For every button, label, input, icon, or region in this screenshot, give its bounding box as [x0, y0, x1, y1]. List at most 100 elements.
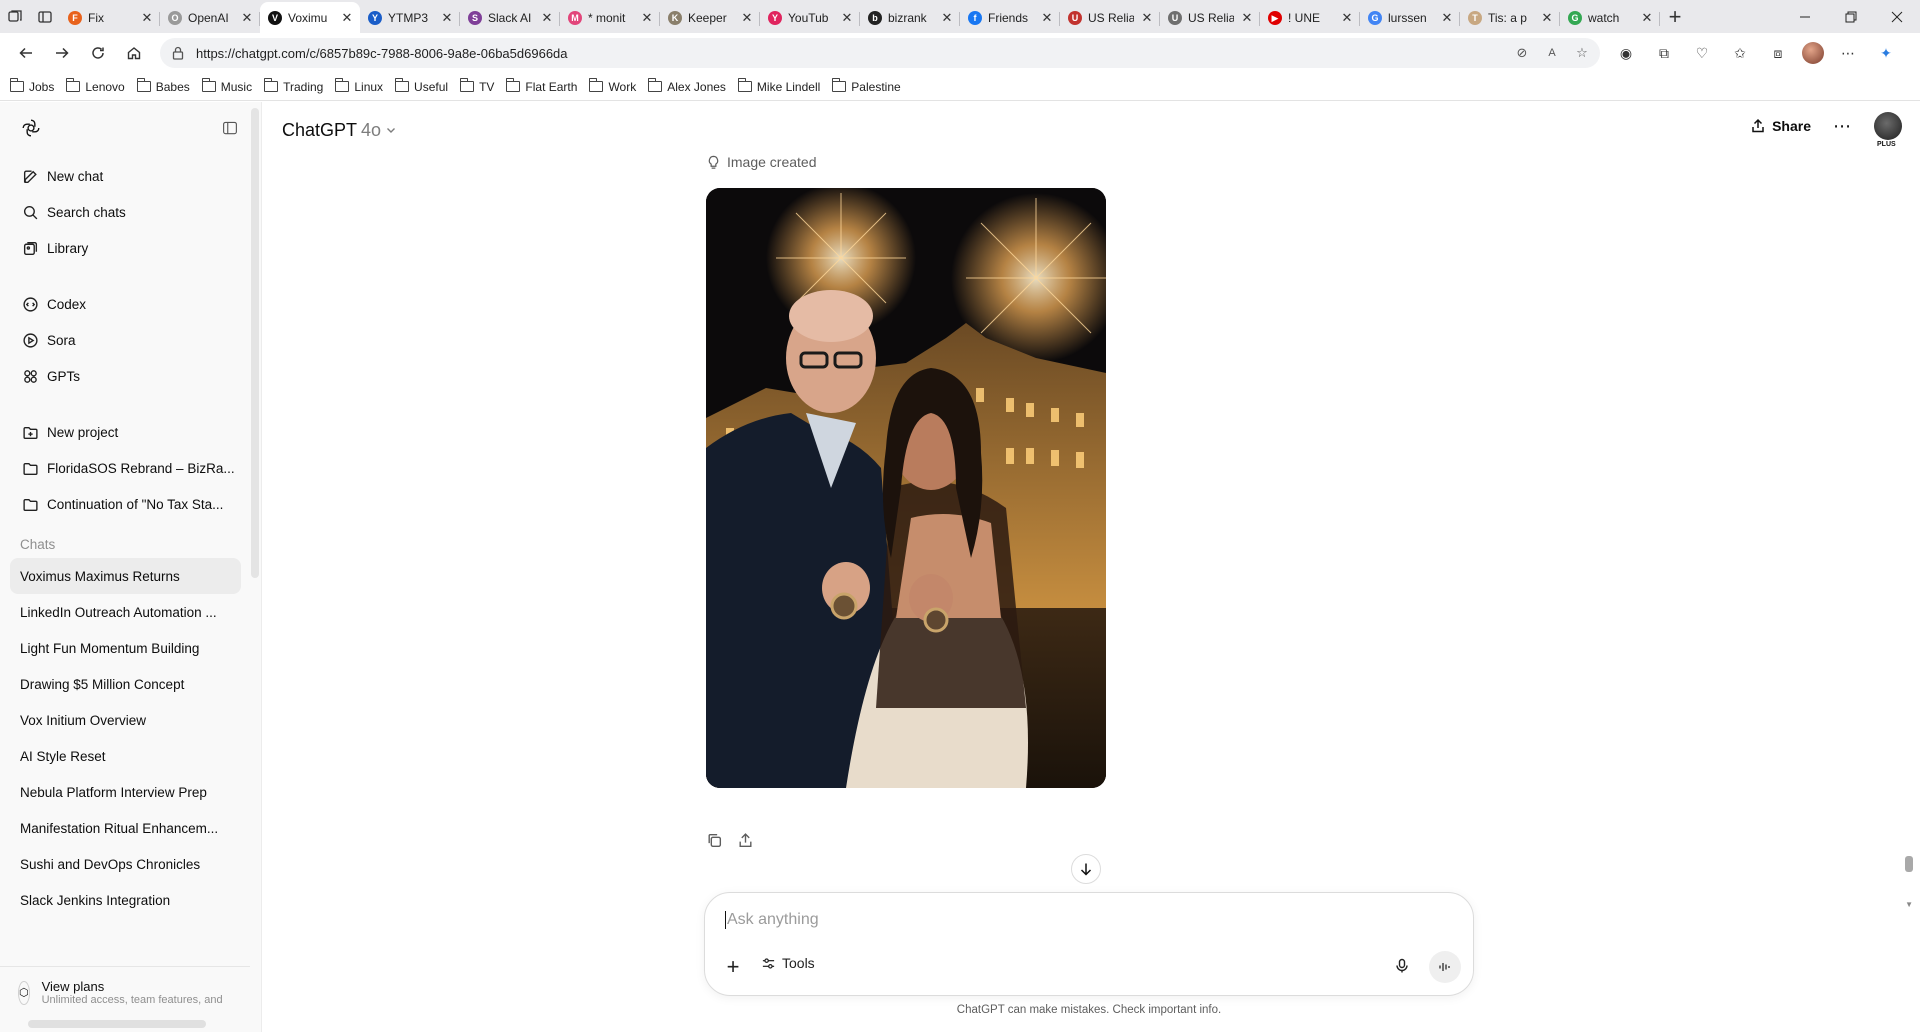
voice-mode-button[interactable]: [1429, 951, 1461, 983]
chat-history-item[interactable]: Voximus Maximus Returns: [10, 558, 241, 594]
tab-close-icon[interactable]: ✕: [1340, 10, 1354, 26]
browser-tab[interactable]: O OpenAI ✕: [160, 3, 260, 33]
minimize-button[interactable]: [1782, 0, 1828, 33]
browser-tab[interactable]: U US Relia ✕: [1160, 3, 1260, 33]
chat-history-item[interactable]: AI Style Reset: [10, 738, 241, 774]
browser-tab[interactable]: b bizrank ✕: [860, 3, 960, 33]
scroll-to-bottom-button[interactable]: [1071, 854, 1101, 884]
tab-close-icon[interactable]: ✕: [640, 10, 654, 26]
extension-icon[interactable]: ◉: [1612, 39, 1640, 67]
home-button[interactable]: [116, 37, 152, 69]
dictate-button[interactable]: [1391, 955, 1413, 977]
tab-close-icon[interactable]: ✕: [440, 10, 454, 26]
share-button[interactable]: Share: [1750, 118, 1811, 134]
sidebar-item-codex[interactable]: Codex: [0, 286, 261, 322]
chat-history-item[interactable]: Vox Initium Overview: [10, 702, 241, 738]
bookmark-folder[interactable]: Mike Lindell: [737, 78, 820, 94]
tab-close-icon[interactable]: ✕: [840, 10, 854, 26]
bookmark-folder[interactable]: Alex Jones: [648, 78, 726, 94]
chat-history-item[interactable]: Manifestation Ritual Enhancem...: [10, 810, 241, 846]
chat-history-item[interactable]: Nebula Platform Interview Prep: [10, 774, 241, 810]
close-sidebar-icon[interactable]: [221, 119, 239, 142]
tab-close-icon[interactable]: ✕: [1240, 10, 1254, 26]
browser-tab[interactable]: f Friends ✕: [960, 3, 1060, 33]
chat-history-item[interactable]: Light Fun Momentum Building: [10, 630, 241, 666]
bookmark-folder[interactable]: Palestine: [832, 78, 901, 94]
view-plans-button[interactable]: ⬡ View plans Unlimited access, team feat…: [0, 966, 250, 1018]
workspaces-icon[interactable]: [0, 0, 30, 33]
sidebar-item-new-chat[interactable]: New chat: [0, 158, 261, 194]
extensions-puzzle-icon[interactable]: ⧉: [1650, 39, 1678, 67]
new-tab-button[interactable]: +: [1660, 4, 1690, 30]
address-bar[interactable]: https://chatgpt.com/c/6857b89c-7988-8006…: [160, 38, 1600, 68]
model-selector[interactable]: ChatGPT 4o: [282, 120, 397, 141]
chat-history-item[interactable]: Sushi and DevOps Chronicles: [10, 846, 241, 882]
browser-essentials-icon[interactable]: ♡: [1688, 39, 1716, 67]
bookmark-folder[interactable]: TV: [460, 78, 494, 94]
sidebar-item-sora[interactable]: Sora: [0, 322, 261, 358]
scroll-arrow-icon[interactable]: ▼: [1905, 900, 1913, 909]
chat-history-item[interactable]: LinkedIn Outreach Automation ...: [10, 594, 241, 630]
openai-logo-icon[interactable]: [20, 117, 42, 144]
sidebar-item-new-project[interactable]: New project: [0, 414, 261, 450]
restore-button[interactable]: [1828, 0, 1874, 33]
tracking-prevention-icon[interactable]: ⊘: [1514, 45, 1530, 61]
browser-tab[interactable]: M * monit ✕: [560, 3, 660, 33]
bookmark-folder[interactable]: Babes: [136, 78, 190, 94]
tab-close-icon[interactable]: ✕: [1140, 10, 1154, 26]
favorites-icon[interactable]: ✩: [1726, 39, 1754, 67]
browser-tab[interactable]: F Fix ✕: [60, 3, 160, 33]
back-button[interactable]: [8, 37, 44, 69]
tab-close-icon[interactable]: ✕: [340, 10, 354, 26]
collections-icon[interactable]: ⧈: [1764, 39, 1792, 67]
copilot-icon[interactable]: ✦: [1872, 39, 1900, 67]
vertical-tabs-icon[interactable]: [30, 0, 60, 33]
tab-close-icon[interactable]: ✕: [1640, 10, 1654, 26]
site-info-icon[interactable]: [170, 45, 186, 61]
read-aloud-icon[interactable]: A: [1544, 45, 1560, 61]
user-avatar[interactable]: PLUS: [1874, 112, 1902, 148]
bookmark-folder[interactable]: Lenovo: [66, 78, 125, 94]
tab-close-icon[interactable]: ✕: [540, 10, 554, 26]
copy-icon[interactable]: [706, 832, 723, 854]
sidebar-item-gpts[interactable]: GPTs: [0, 358, 261, 394]
browser-tab[interactable]: K Keeper ✕: [660, 3, 760, 33]
tab-close-icon[interactable]: ✕: [1540, 10, 1554, 26]
profile-avatar[interactable]: [1802, 42, 1824, 64]
close-window-button[interactable]: [1874, 0, 1920, 33]
browser-tab[interactable]: V Voximu ✕: [260, 2, 360, 33]
browser-tab[interactable]: U US Relia ✕: [1060, 3, 1160, 33]
bookmark-folder[interactable]: Useful: [395, 78, 448, 94]
tab-close-icon[interactable]: ✕: [740, 10, 754, 26]
browser-tab[interactable]: T Tis: a p ✕: [1460, 3, 1560, 33]
message-composer[interactable]: Ask anything + Tools: [704, 892, 1474, 996]
sidebar-item-library[interactable]: Library: [0, 230, 261, 266]
generated-image[interactable]: [706, 188, 1106, 788]
tab-close-icon[interactable]: ✕: [240, 10, 254, 26]
page-scrollbar[interactable]: ▼: [1904, 102, 1914, 1032]
browser-tab[interactable]: S Slack AI ✕: [460, 3, 560, 33]
sidebar-item-floridasos-rebrand-bizra[interactable]: FloridaSOS Rebrand – BizRa...: [0, 450, 261, 486]
more-options-button[interactable]: ⋯: [1833, 116, 1852, 137]
refresh-button[interactable]: [80, 37, 116, 69]
bookmark-folder[interactable]: Trading: [264, 78, 323, 94]
bookmark-folder[interactable]: Linux: [335, 78, 383, 94]
chat-history-item[interactable]: Slack Jenkins Integration: [10, 882, 241, 918]
tab-close-icon[interactable]: ✕: [1040, 10, 1054, 26]
url-text[interactable]: https://chatgpt.com/c/6857b89c-7988-8006…: [196, 46, 1514, 61]
browser-tab[interactable]: ▶ ! UNE ✕: [1260, 3, 1360, 33]
bookmark-folder[interactable]: Work: [589, 78, 636, 94]
tab-close-icon[interactable]: ✕: [940, 10, 954, 26]
prompt-input[interactable]: Ask anything: [725, 911, 819, 929]
browser-tab[interactable]: Glurssen ✕: [1360, 3, 1460, 33]
bookmark-folder[interactable]: Music: [201, 78, 252, 94]
browser-tab[interactable]: Y YouTub ✕: [760, 3, 860, 33]
sidebar-item-search-chats[interactable]: Search chats: [0, 194, 261, 230]
browser-tab[interactable]: Gwatch ✕: [1560, 3, 1660, 33]
tab-close-icon[interactable]: ✕: [140, 10, 154, 26]
add-attachment-button[interactable]: +: [719, 953, 747, 981]
tools-button[interactable]: Tools: [761, 955, 815, 971]
sidebar-horizontal-scrollbar[interactable]: [28, 1020, 206, 1028]
share-image-icon[interactable]: [737, 832, 754, 854]
tab-close-icon[interactable]: ✕: [1440, 10, 1454, 26]
